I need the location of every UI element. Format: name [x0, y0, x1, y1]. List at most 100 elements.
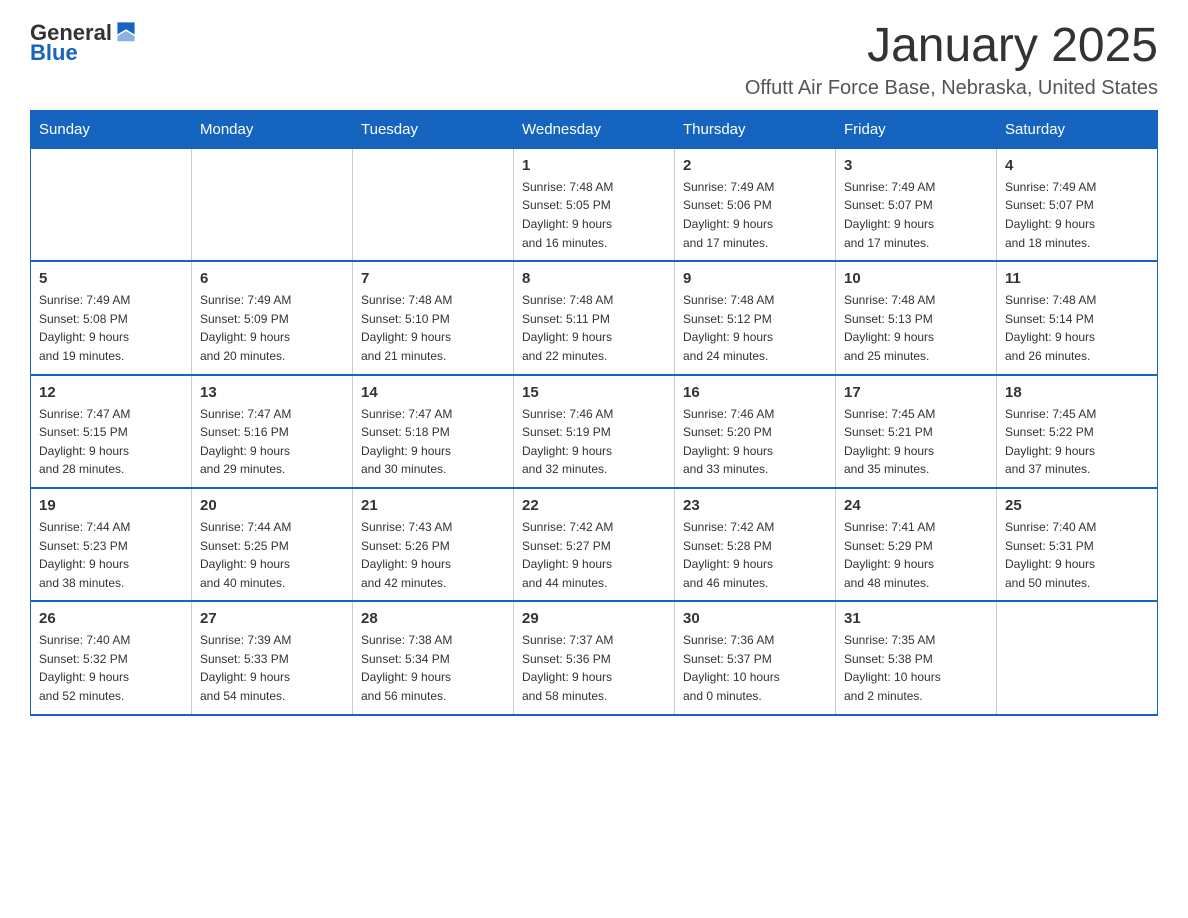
title-section: January 2025 Offutt Air Force Base, Nebr… [745, 20, 1158, 100]
day-info: Sunrise: 7:45 AM Sunset: 5:21 PM Dayligh… [844, 405, 988, 479]
calendar-cell: 14 Sunrise: 7:47 AM Sunset: 5:18 PM Dayli… [353, 375, 514, 488]
calendar-header-friday: Friday [836, 110, 997, 148]
day-info: Sunrise: 7:49 AM Sunset: 5:09 PM Dayligh… [200, 291, 344, 365]
day-number: 9 [683, 270, 827, 287]
day-number: 6 [200, 270, 344, 287]
day-number: 29 [522, 610, 666, 627]
calendar-header-monday: Monday [192, 110, 353, 148]
day-info: Sunrise: 7:43 AM Sunset: 5:26 PM Dayligh… [361, 518, 505, 592]
day-info: Sunrise: 7:49 AM Sunset: 5:06 PM Dayligh… [683, 178, 827, 252]
calendar-cell: 11Sunrise: 7:48 AM Sunset: 5:14 PM Dayli… [997, 261, 1158, 374]
calendar-header-row: SundayMondayTuesdayWednesdayThursdayFrid… [31, 110, 1158, 148]
calendar-cell: 4Sunrise: 7:49 AM Sunset: 5:07 PM Daylig… [997, 148, 1158, 261]
day-number: 23 [683, 497, 827, 514]
day-info: Sunrise: 7:35 AM Sunset: 5:38 PM Dayligh… [844, 631, 988, 705]
main-title: January 2025 [745, 20, 1158, 73]
calendar-cell: 1 Sunrise: 7:48 AM Sunset: 5:05 PM Daylig… [514, 148, 675, 261]
day-info: Sunrise: 7:44 AM Sunset: 5:25 PM Dayligh… [200, 518, 344, 592]
day-info: Sunrise: 7:48 AM Sunset: 5:05 PM Dayligh… [522, 178, 666, 252]
calendar-cell: 29 Sunrise: 7:37 AM Sunset: 5:36 PM Dayli… [514, 601, 675, 714]
day-info: Sunrise: 7:44 AM Sunset: 5:23 PM Dayligh… [39, 518, 183, 592]
calendar-cell: 9 Sunrise: 7:48 AM Sunset: 5:12 PM Daylig… [675, 261, 836, 374]
calendar-cell: 6 Sunrise: 7:49 AM Sunset: 5:09 PM Daylig… [192, 261, 353, 374]
day-number: 24 [844, 497, 988, 514]
day-info: Sunrise: 7:49 AM Sunset: 5:07 PM Dayligh… [1005, 178, 1149, 252]
logo: General Blue [30, 20, 138, 66]
calendar-week-row: 5Sunrise: 7:49 AM Sunset: 5:08 PM Daylig… [31, 261, 1158, 374]
day-number: 26 [39, 610, 183, 627]
day-info: Sunrise: 7:48 AM Sunset: 5:11 PM Dayligh… [522, 291, 666, 365]
calendar-cell: 31 Sunrise: 7:35 AM Sunset: 5:38 PM Dayli… [836, 601, 997, 714]
calendar-cell: 26 Sunrise: 7:40 AM Sunset: 5:32 PM Dayli… [31, 601, 192, 714]
calendar-cell: 7 Sunrise: 7:48 AM Sunset: 5:10 PM Daylig… [353, 261, 514, 374]
calendar-cell: 20 Sunrise: 7:44 AM Sunset: 5:25 PM Dayli… [192, 488, 353, 601]
day-info: Sunrise: 7:48 AM Sunset: 5:12 PM Dayligh… [683, 291, 827, 365]
day-info: Sunrise: 7:47 AM Sunset: 5:18 PM Dayligh… [361, 405, 505, 479]
day-info: Sunrise: 7:46 AM Sunset: 5:20 PM Dayligh… [683, 405, 827, 479]
day-info: Sunrise: 7:42 AM Sunset: 5:28 PM Dayligh… [683, 518, 827, 592]
day-number: 16 [683, 384, 827, 401]
calendar-cell: 21Sunrise: 7:43 AM Sunset: 5:26 PM Dayli… [353, 488, 514, 601]
day-number: 2 [683, 157, 827, 174]
day-number: 12 [39, 384, 183, 401]
calendar-cell: 2 Sunrise: 7:49 AM Sunset: 5:06 PM Daylig… [675, 148, 836, 261]
day-info: Sunrise: 7:40 AM Sunset: 5:32 PM Dayligh… [39, 631, 183, 705]
calendar-week-row: 1 Sunrise: 7:48 AM Sunset: 5:05 PM Daylig… [31, 148, 1158, 261]
calendar-cell: 5Sunrise: 7:49 AM Sunset: 5:08 PM Daylig… [31, 261, 192, 374]
day-number: 10 [844, 270, 988, 287]
day-number: 31 [844, 610, 988, 627]
calendar-cell [353, 148, 514, 261]
day-info: Sunrise: 7:49 AM Sunset: 5:07 PM Dayligh… [844, 178, 988, 252]
calendar-cell: 13 Sunrise: 7:47 AM Sunset: 5:16 PM Dayli… [192, 375, 353, 488]
day-info: Sunrise: 7:38 AM Sunset: 5:34 PM Dayligh… [361, 631, 505, 705]
calendar-cell: 24 Sunrise: 7:41 AM Sunset: 5:29 PM Dayli… [836, 488, 997, 601]
day-info: Sunrise: 7:39 AM Sunset: 5:33 PM Dayligh… [200, 631, 344, 705]
calendar-week-row: 12 Sunrise: 7:47 AM Sunset: 5:15 PM Dayli… [31, 375, 1158, 488]
calendar-table: SundayMondayTuesdayWednesdayThursdayFrid… [30, 110, 1158, 716]
day-number: 20 [200, 497, 344, 514]
page-header: General Blue January 2025 Offutt Air For… [30, 20, 1158, 100]
calendar-cell: 22Sunrise: 7:42 AM Sunset: 5:27 PM Dayli… [514, 488, 675, 601]
calendar-cell: 30Sunrise: 7:36 AM Sunset: 5:37 PM Dayli… [675, 601, 836, 714]
calendar-header-thursday: Thursday [675, 110, 836, 148]
day-number: 15 [522, 384, 666, 401]
day-number: 3 [844, 157, 988, 174]
day-number: 11 [1005, 270, 1149, 287]
calendar-header-sunday: Sunday [31, 110, 192, 148]
calendar-cell: 18 Sunrise: 7:45 AM Sunset: 5:22 PM Dayli… [997, 375, 1158, 488]
day-number: 8 [522, 270, 666, 287]
calendar-cell: 12 Sunrise: 7:47 AM Sunset: 5:15 PM Dayli… [31, 375, 192, 488]
day-number: 28 [361, 610, 505, 627]
calendar-header-saturday: Saturday [997, 110, 1158, 148]
day-number: 18 [1005, 384, 1149, 401]
logo-text-blue: Blue [30, 40, 78, 66]
calendar-cell: 28 Sunrise: 7:38 AM Sunset: 5:34 PM Dayli… [353, 601, 514, 714]
calendar-cell: 3 Sunrise: 7:49 AM Sunset: 5:07 PM Daylig… [836, 148, 997, 261]
calendar-week-row: 26 Sunrise: 7:40 AM Sunset: 5:32 PM Dayli… [31, 601, 1158, 714]
day-info: Sunrise: 7:47 AM Sunset: 5:15 PM Dayligh… [39, 405, 183, 479]
day-info: Sunrise: 7:41 AM Sunset: 5:29 PM Dayligh… [844, 518, 988, 592]
day-number: 22 [522, 497, 666, 514]
day-number: 14 [361, 384, 505, 401]
calendar-cell [31, 148, 192, 261]
calendar-cell [192, 148, 353, 261]
day-info: Sunrise: 7:45 AM Sunset: 5:22 PM Dayligh… [1005, 405, 1149, 479]
day-number: 1 [522, 157, 666, 174]
day-info: Sunrise: 7:40 AM Sunset: 5:31 PM Dayligh… [1005, 518, 1149, 592]
day-info: Sunrise: 7:47 AM Sunset: 5:16 PM Dayligh… [200, 405, 344, 479]
day-number: 13 [200, 384, 344, 401]
logo-icon [114, 19, 138, 43]
day-number: 5 [39, 270, 183, 287]
calendar-cell: 17Sunrise: 7:45 AM Sunset: 5:21 PM Dayli… [836, 375, 997, 488]
day-info: Sunrise: 7:36 AM Sunset: 5:37 PM Dayligh… [683, 631, 827, 705]
calendar-cell: 19 Sunrise: 7:44 AM Sunset: 5:23 PM Dayli… [31, 488, 192, 601]
day-info: Sunrise: 7:48 AM Sunset: 5:10 PM Dayligh… [361, 291, 505, 365]
day-number: 7 [361, 270, 505, 287]
day-number: 25 [1005, 497, 1149, 514]
day-number: 19 [39, 497, 183, 514]
calendar-cell: 15Sunrise: 7:46 AM Sunset: 5:19 PM Dayli… [514, 375, 675, 488]
calendar-cell: 25 Sunrise: 7:40 AM Sunset: 5:31 PM Dayli… [997, 488, 1158, 601]
day-info: Sunrise: 7:37 AM Sunset: 5:36 PM Dayligh… [522, 631, 666, 705]
calendar-cell [997, 601, 1158, 714]
day-info: Sunrise: 7:48 AM Sunset: 5:13 PM Dayligh… [844, 291, 988, 365]
